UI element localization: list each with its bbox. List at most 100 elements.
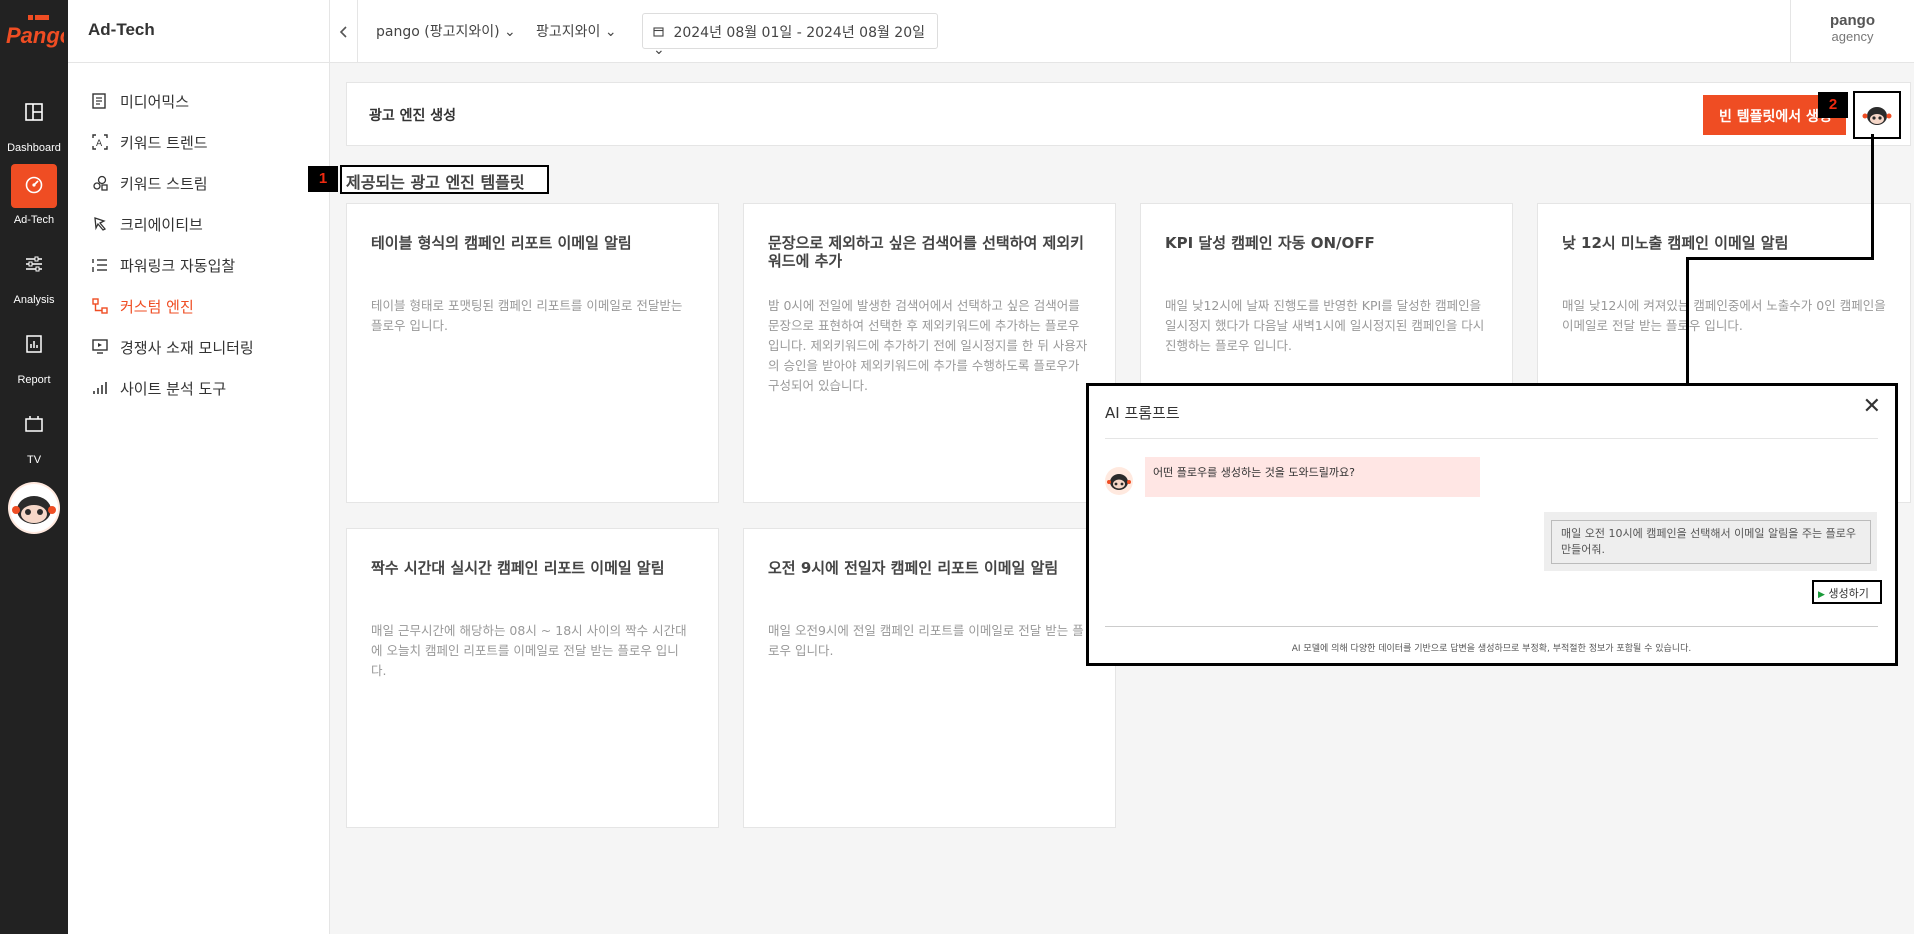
prompt-input[interactable]: 매일 오전 10시에 캠페인을 선택해서 이메일 알림을 주는 플로우 만들어줘… [1551,520,1871,564]
close-icon[interactable]: ✕ [1863,394,1881,419]
sidebar-item-label: 미디어믹스 [120,92,190,111]
calendar-icon [653,27,664,37]
template-card-title: 테이블 형식의 캠페인 리포트 이메일 알림 [371,234,632,252]
keyword-stream-icon [93,175,108,191]
connector-line [1686,257,1689,385]
sidebar-item-keyword-stream[interactable]: 키워드 스트림 [92,171,208,195]
powerlink-list-icon [92,259,107,272]
ai-prompt-button[interactable] [1853,91,1901,139]
app-rail: Pango Dashboard Ad-Tech Analysis Report … [0,0,68,934]
engine-create-bar: 광고 엔진 생성 빈 템플릿에서 생성 [346,82,1911,146]
template-card-desc: 매일 오전9시에 전일 캠페인 리포트를 이메일로 전달 받는 플로우 입니다. [768,623,1084,658]
collapse-sidebar-button[interactable] [330,0,358,63]
rail-item-report[interactable]: Report [0,324,68,386]
sidebar-item-label: 파워링크 자동입찰 [120,256,236,275]
template-card-title: 문장으로 제외하고 싶은 검색어를 선택하여 제외키워드에 추가 [768,234,1084,270]
layout-icon [11,92,57,136]
chevron-down-icon: ⌄ [604,24,617,40]
pango-logo[interactable]: Pango [4,12,64,48]
monitor-icon [92,339,108,354]
sidebar-item-competitor-monitoring[interactable]: 경쟁사 소재 모니터링 [92,335,254,359]
annotation-badge-2: 2 [1818,92,1848,118]
sidebar: Ad-Tech 미디어믹스 A 키워드 트렌드 키워드 스트림 크리에이티브 파… [68,0,330,934]
template-card-title: 짝수 시간대 실시간 캠페인 리포트 이메일 알림 [371,559,665,577]
account-select[interactable]: pango (팡고지와이) ⌄ [376,21,516,41]
sidebar-item-label: 크리에이티브 [120,215,203,234]
rail-item-label: TV [26,454,42,466]
template-section-title: 제공되는 광고 엔진 템플릿 [340,165,549,194]
user-role: agency [1831,29,1874,44]
template-card-desc: 매일 근무시간에 해당하는 08시 ~ 18시 사이의 짝수 시간대에 오늘치 … [371,623,687,678]
ai-question-bubble: 어떤 플로우를 생성하는 것을 도와드릴까요? [1145,457,1480,497]
document-list-icon [92,93,106,109]
rail-item-ad-tech[interactable]: Ad-Tech [0,164,68,226]
ai-bot-icon [1105,467,1133,495]
generate-button-label: 생성하기 [1828,587,1869,600]
template-card[interactable]: 문장으로 제외하고 싶은 검색어를 선택하여 제외키워드에 추가 밤 0시에 전… [743,203,1116,503]
speed-gauge-icon [11,164,57,208]
sidebar-item-label: 사이트 분석 도구 [120,379,227,398]
rail-item-dashboard[interactable]: Dashboard [0,92,68,154]
template-card-desc: 매일 낮12시에 날짜 진행도를 반영한 KPI를 달성한 캠페인을 일시정지 … [1165,298,1485,353]
svg-text:Pango: Pango [6,23,64,48]
sidebar-item-label: 커스텀 엔진 [120,297,194,316]
chevron-down-icon: ⌄ [653,42,665,58]
sidebar-item-label: 키워드 트렌드 [120,133,208,152]
creative-icon [94,217,107,231]
ai-disclaimer: AI 모델에 의해 다양한 데이터를 기반으로 답변을 생성하므로 부정확, 부… [1291,644,1692,654]
divider [1105,626,1878,627]
rail-item-label: Dashboard [7,142,61,154]
advertiser-select[interactable]: 팡고지와이 ⌄ [536,21,617,41]
keyword-trend-icon: A [92,134,108,150]
annotation-badge-1: 1 [308,166,338,192]
generate-button[interactable]: ▶ 생성하기 [1812,580,1882,604]
template-card-desc: 매일 낮12시에 켜져있는 캠페인중에서 노출수가 0인 캠페인을 이메일로 전… [1562,298,1886,333]
play-icon: ▶ [1818,590,1825,600]
sidebar-item-keyword-trend[interactable]: A 키워드 트렌드 [92,130,208,154]
report-icon [11,324,57,368]
sidebar-item-site-analysis[interactable]: 사이트 분석 도구 [92,376,226,400]
date-range-value: 2024년 08월 01일 - 2024년 08월 20일 [673,25,926,41]
sidebar-item-label: 경쟁사 소재 모니터링 [120,338,254,357]
chevron-down-icon: ⌄ [504,24,516,40]
template-card-desc: 테이블 형태로 포맷팅된 캠페인 리포트를 이메일로 전달받는 플로우 입니다. [371,298,683,333]
template-card[interactable]: 테이블 형식의 캠페인 리포트 이메일 알림 테이블 형태로 포맷팅된 캠페인 … [346,203,719,503]
sidebar-item-creative[interactable]: 크리에이티브 [92,212,203,236]
divider [1105,438,1878,439]
template-card-desc: 밤 0시에 전일에 발생한 검색어에서 선택하고 싶은 검색어를 문장으로 표현… [768,298,1088,393]
sidebar-title: Ad-Tech [68,0,329,63]
svg-text:A: A [96,139,103,149]
tv-icon [11,404,57,448]
date-range-picker[interactable]: 2024년 08월 01일 - 2024년 08월 20일 ⌄ [642,13,938,58]
template-card-title: KPI 달성 캠페인 자동 ON/OFF [1165,234,1375,252]
rail-item-label: Analysis [13,294,55,306]
sidebar-item-label: 키워드 스트림 [120,174,208,193]
rail-item-analysis[interactable]: Analysis [0,244,68,306]
top-header: pango (팡고지와이) ⌄ 팡고지와이 ⌄ 2024년 08월 01일 - … [330,0,1914,63]
advertiser-select-value: 팡고지와이 [536,24,601,40]
connector-line [1686,257,1874,260]
user-name: pango [1830,12,1875,29]
template-card[interactable]: 오전 9시에 전일자 캠페인 리포트 이메일 알림 매일 오전9시에 전일 캠페… [743,528,1116,828]
sliders-icon [11,244,57,288]
user-input-box: 매일 오전 10시에 캠페인을 선택해서 이메일 알림을 주는 플로우 만들어줘… [1544,512,1877,571]
template-card[interactable]: 짝수 시간대 실시간 캠페인 리포트 이메일 알림 매일 근무시간에 해당하는 … [346,528,719,828]
rail-item-label: Report [17,374,51,386]
ai-bot-icon [1862,104,1892,128]
bar-chart-icon [93,382,107,394]
engine-create-title: 광고 엔진 생성 [369,108,457,124]
chevron-left-icon [339,25,347,38]
ai-prompt-panel: AI 프롬프트 ✕ 어떤 플로우를 생성하는 것을 도와드릴까요? 매일 오전 … [1086,383,1898,666]
account-select-value: pango (팡고지와이) [376,24,500,40]
sidebar-item-media-mix[interactable]: 미디어믹스 [92,89,189,113]
custom-engine-icon [92,298,108,314]
user-info[interactable]: pango agency [1790,0,1914,63]
ai-bot-avatar-icon[interactable] [8,482,60,534]
sidebar-item-custom-engine[interactable]: 커스텀 엔진 [92,294,194,318]
rail-item-label: Ad-Tech [13,214,55,226]
connector-line [1871,134,1874,260]
template-card-title: 오전 9시에 전일자 캠페인 리포트 이메일 알림 [768,559,1059,577]
rail-item-tv[interactable]: TV [0,404,68,466]
sidebar-item-powerlink[interactable]: 파워링크 자동입찰 [92,253,235,277]
template-card-title: 낮 12시 미노출 캠페인 이메일 알림 [1562,234,1789,252]
